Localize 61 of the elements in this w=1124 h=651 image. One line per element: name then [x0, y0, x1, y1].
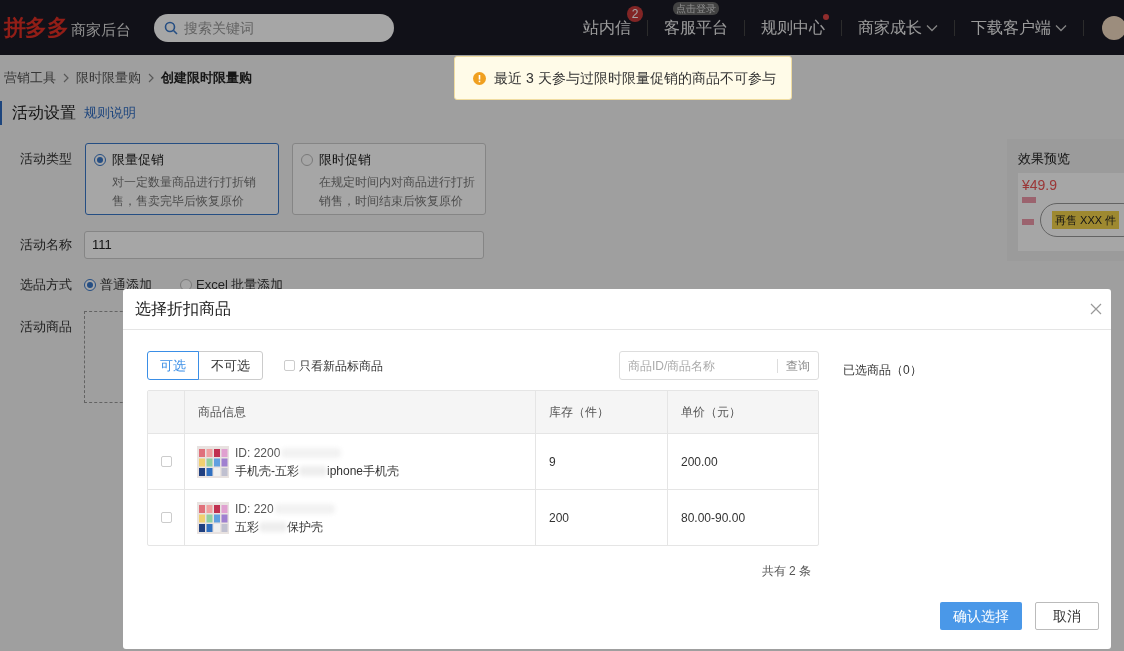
cancel-button[interactable]: 取消 — [1035, 602, 1099, 630]
option-description: 对一定数量商品进行打折销售，售卖完毕后恢复原价 — [111, 173, 257, 210]
form-label: 活动商品 — [20, 317, 73, 336]
close-icon[interactable] — [1090, 303, 1102, 315]
form-label: 选品方式 — [20, 276, 73, 294]
nav-link[interactable]: 下载客户端 — [971, 15, 1051, 40]
column-header: 商品信息 — [185, 391, 536, 433]
notification-badge: 2 — [627, 5, 643, 22]
preview-title: 效果预览 — [1018, 150, 1071, 168]
filter-tab[interactable]: 可选 — [147, 351, 199, 380]
price-cell-text: 200.00 — [680, 453, 719, 471]
search-button[interactable]: 查询 — [778, 356, 818, 375]
preview-tag — [1022, 196, 1036, 203]
avatar[interactable] — [1102, 15, 1124, 40]
option-card[interactable]: 限量促销 对一定数量商品进行打折销售，售卖完毕后恢复原价 — [85, 143, 279, 215]
preview-tag — [1022, 218, 1034, 225]
name-input[interactable]: 111 — [84, 231, 484, 259]
selected-title: 已选商品（0） — [843, 362, 922, 379]
search-icon — [164, 20, 179, 35]
stock-cell: 9 — [536, 434, 668, 489]
warning-icon — [473, 71, 486, 85]
product-id: ID: 220 — [235, 500, 274, 518]
radio-button[interactable] — [84, 278, 96, 291]
toast-message: 最近 3 天参与过限时限量促销的商品不可参与 — [494, 68, 776, 88]
product-name: iphone手机壳 — [327, 462, 400, 480]
breadcrumb-current: 创建限时限量购 — [161, 69, 252, 88]
row-checkbox[interactable] — [160, 512, 172, 523]
stock-cell: 200 — [536, 490, 668, 545]
option-title: 限量促销 — [112, 151, 164, 169]
product-name: 五彩 — [235, 518, 259, 536]
checkbox-label: 只看新品标商品 — [299, 357, 383, 375]
option-description: 在规定时间内对商品进行打折销售，时间结束后恢复原价 — [318, 173, 476, 210]
column-header: 单价（元） — [680, 404, 742, 421]
section-title: 活动设置 — [0, 101, 76, 125]
preview-price: ¥49.9 — [1022, 175, 1058, 195]
nav-link[interactable]: 规则中心 — [761, 15, 825, 40]
product-id: ID: 2200 — [235, 444, 281, 462]
login-tag: 点击登录 — [673, 1, 719, 15]
row-checkbox[interactable] — [160, 456, 172, 467]
price-cell-text: 80.00-90.00 — [680, 509, 747, 527]
option-card[interactable]: 限时促销 在规定时间内对商品进行打折销售，时间结束后恢复原价 — [292, 143, 486, 215]
column-header: 库存（件） — [536, 391, 668, 433]
logo-subtitle: 商家后台 — [71, 20, 132, 41]
breadcrumb-link[interactable]: 限时限量购 — [76, 68, 141, 88]
product-name: 保护壳 — [287, 518, 323, 536]
radio-button[interactable] — [180, 278, 192, 291]
rules-link[interactable]: 规则说明 — [84, 103, 136, 123]
dialog-title: 选择折扣商品 — [135, 299, 231, 319]
search-field[interactable]: 搜索关键词 — [154, 13, 395, 42]
filter-tab[interactable]: 不可选 — [198, 351, 263, 380]
nav-link[interactable]: 客服平台 — [664, 15, 728, 40]
form-label: 活动名称 — [20, 236, 73, 255]
form-label: 活动类型 — [20, 150, 73, 168]
breadcrumb-link[interactable]: 营销工具 — [4, 68, 56, 88]
checkbox[interactable] — [284, 360, 295, 371]
total-count: 共有 2 条 — [761, 563, 811, 580]
option-title: 限时促销 — [319, 151, 371, 169]
nav-link[interactable]: 商家成长 — [858, 15, 922, 40]
chevron-right-icon — [147, 73, 155, 83]
product-name: 手机壳-五彩 — [235, 462, 299, 480]
chevron-right-icon — [62, 73, 70, 83]
